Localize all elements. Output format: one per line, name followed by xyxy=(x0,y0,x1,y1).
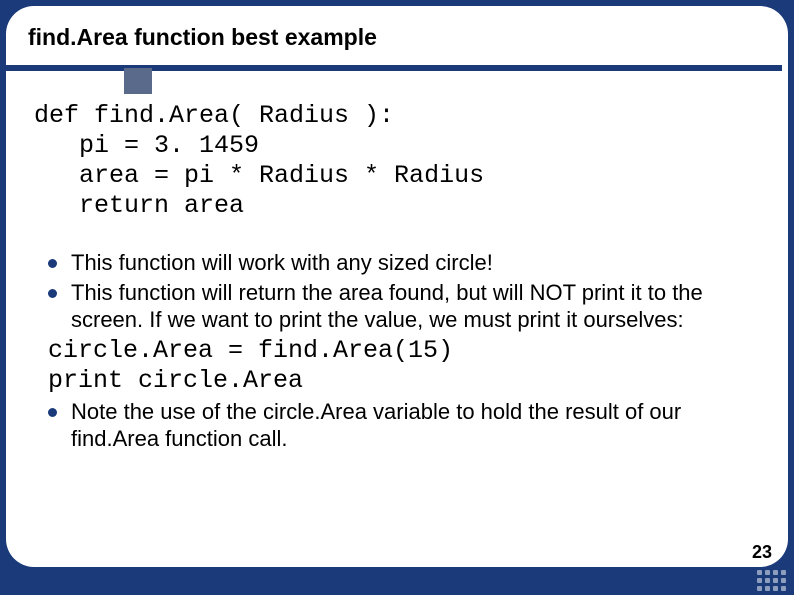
bullet-text: This function will return the area found… xyxy=(71,279,760,334)
accent-block xyxy=(124,68,152,94)
title-wrap: find.Area function best example xyxy=(6,6,788,59)
slide-title: find.Area function best example xyxy=(28,24,766,51)
bullet-dot-icon xyxy=(48,259,57,268)
bullet-row: This function will work with any sized c… xyxy=(34,249,760,277)
slide-card: find.Area function best example def find… xyxy=(6,6,788,567)
bullet-dot-icon xyxy=(48,289,57,298)
bullet-list: This function will work with any sized c… xyxy=(34,249,760,453)
code-block-1: def find.Area( Radius ): pi = 3. 1459 ar… xyxy=(34,101,760,221)
bullet-row: Note the use of the circle.Area variable… xyxy=(34,398,760,453)
corner-decoration xyxy=(757,570,786,591)
bullet-text: Note the use of the circle.Area variable… xyxy=(71,398,760,453)
bullet-row: This function will return the area found… xyxy=(34,279,760,334)
bullet-dot-icon xyxy=(48,408,57,417)
content-area: def find.Area( Radius ): pi = 3. 1459 ar… xyxy=(6,71,788,453)
bullet-text: This function will work with any sized c… xyxy=(71,249,760,277)
page-number: 23 xyxy=(752,542,772,563)
code-block-2: circle.Area = find.Area(15) print circle… xyxy=(48,336,760,396)
